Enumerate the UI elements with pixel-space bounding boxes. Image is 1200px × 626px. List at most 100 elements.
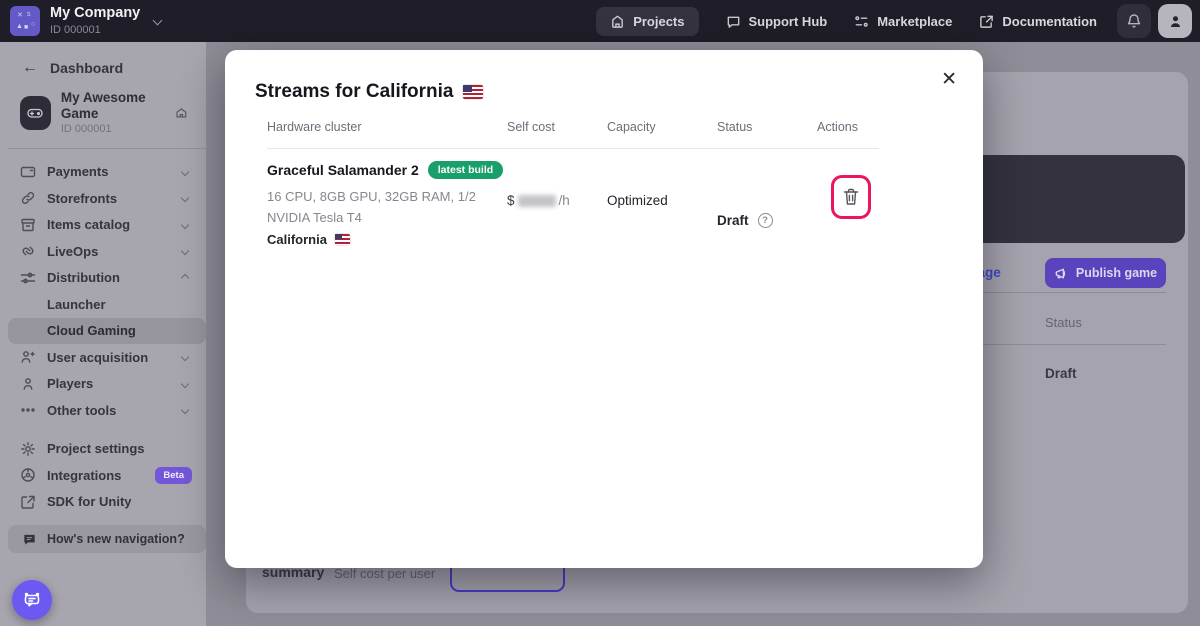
nav-marketplace[interactable]: Marketplace xyxy=(854,14,952,29)
user-plus-icon xyxy=(20,349,36,365)
sidebar-item-players[interactable]: Players xyxy=(0,371,206,398)
sidebar-item-label: Cloud Gaming xyxy=(47,323,136,338)
projects-icon xyxy=(610,14,625,29)
nav-documentation[interactable]: Documentation xyxy=(979,14,1097,29)
ellipsis-icon xyxy=(20,402,36,418)
sidebar-item-integrations[interactable]: Integrations Beta xyxy=(0,462,206,489)
topbar-icon-buttons xyxy=(1117,4,1192,38)
chat-widget-button[interactable] xyxy=(12,580,52,620)
status-column-header: Status xyxy=(1045,315,1082,330)
chevron-down-icon xyxy=(181,168,189,176)
self-cost-cell: $/h xyxy=(495,161,595,247)
sidebar-item-storefronts[interactable]: Storefronts xyxy=(0,185,206,212)
self-cost-per-user-label: Self cost per user xyxy=(334,566,435,581)
company-name: My Company xyxy=(50,6,140,22)
status-value: Draft xyxy=(1045,366,1077,381)
sliders-icon xyxy=(20,270,36,286)
user-icon xyxy=(1167,13,1184,30)
chat-bubble-icon xyxy=(726,14,741,29)
sidebar-item-label: Distribution xyxy=(47,270,120,285)
nav-documentation-label: Documentation xyxy=(1002,14,1097,29)
sidebar-item-label: Other tools xyxy=(47,403,116,418)
publish-game-label: Publish game xyxy=(1076,266,1157,280)
sidebar-item-label: Items catalog xyxy=(47,217,130,232)
capacity-cell: Optimized xyxy=(595,161,705,247)
sidebar-item-label: SDK for Unity xyxy=(47,494,132,509)
cost-unit: /h xyxy=(559,193,570,208)
home-icon[interactable] xyxy=(175,106,188,120)
col-self-cost: Self cost xyxy=(495,120,595,134)
project-id: ID 000001 xyxy=(61,123,175,136)
sidebar-item-liveops[interactable]: LiveOps xyxy=(0,238,206,265)
external-link-icon xyxy=(20,494,36,510)
sidebar-item-other-tools[interactable]: Other tools xyxy=(0,397,206,424)
nav-support-hub[interactable]: Support Hub xyxy=(726,14,828,29)
chevron-down-icon xyxy=(181,194,189,202)
loop-icon xyxy=(20,243,36,259)
megaphone-icon xyxy=(1054,266,1069,281)
company-logo[interactable]: ✕s▲■○ xyxy=(10,6,40,36)
chevron-down-icon xyxy=(181,406,189,414)
sidebar-item-label: LiveOps xyxy=(47,244,98,259)
info-icon[interactable]: ? xyxy=(758,213,773,228)
chevron-down-icon xyxy=(181,247,189,255)
chat-bot-icon xyxy=(22,590,42,610)
publish-game-button[interactable]: Publish game xyxy=(1045,258,1166,288)
sidebar-item-distribution[interactable]: Distribution xyxy=(0,265,206,292)
modal-title-text: Streams for California xyxy=(255,81,454,103)
sidebar-item-label: Integrations xyxy=(47,468,121,483)
modal-title: Streams for California xyxy=(255,81,483,103)
sidebar-item-label: Project settings xyxy=(47,441,145,456)
sidebar-item-label: Storefronts xyxy=(47,191,117,206)
chevron-up-icon xyxy=(181,274,189,282)
project-header[interactable]: My Awesome Game ID 000001 xyxy=(20,90,206,136)
chevron-down-icon[interactable] xyxy=(153,15,163,25)
delete-stream-button[interactable] xyxy=(831,175,871,219)
archive-icon xyxy=(20,217,36,233)
streams-modal: ✕ Streams for California Hardware cluste… xyxy=(225,50,983,568)
whats-new-label: How's new navigation? xyxy=(47,532,185,546)
company-switcher[interactable]: My Company ID 000001 xyxy=(50,6,140,36)
notifications-button[interactable] xyxy=(1117,4,1151,38)
sidebar-item-items-catalog[interactable]: Items catalog xyxy=(0,212,206,239)
chat-bubble-icon xyxy=(22,532,37,547)
close-icon[interactable]: ✕ xyxy=(935,64,963,95)
cluster-gpu: NVIDIA Tesla T4 xyxy=(267,207,495,228)
beta-badge: Beta xyxy=(155,467,192,484)
link-icon xyxy=(20,190,36,206)
sidebar-item-cloud-gaming[interactable]: Cloud Gaming xyxy=(8,318,206,345)
back-label: Dashboard xyxy=(50,60,123,76)
sidebar-item-launcher[interactable]: Launcher xyxy=(0,291,206,318)
sidebar-item-payments[interactable]: Payments xyxy=(0,159,206,186)
col-hardware-cluster: Hardware cluster xyxy=(255,120,495,134)
table-header-divider xyxy=(267,148,879,149)
chevron-down-icon xyxy=(181,221,189,229)
sidebar: ← Dashboard My Awesome Game ID 000001 Pa… xyxy=(0,42,206,626)
cluster-location: California xyxy=(267,232,327,247)
sidebar-item-label: Payments xyxy=(47,164,108,179)
table-row: Graceful Salamander 2 latest build 16 CP… xyxy=(255,161,953,247)
nav-projects-label: Projects xyxy=(633,14,684,29)
nav-support-hub-label: Support Hub xyxy=(749,14,828,29)
nav-marketplace-label: Marketplace xyxy=(877,14,952,29)
nav-projects[interactable]: Projects xyxy=(596,7,698,36)
list-icon xyxy=(854,14,869,29)
whats-new-navigation-button[interactable]: How's new navigation? xyxy=(8,525,206,553)
sidebar-item-label: Launcher xyxy=(47,297,106,312)
account-button[interactable] xyxy=(1158,4,1192,38)
sidebar-item-sdk-for-unity[interactable]: SDK for Unity xyxy=(0,489,206,516)
latest-build-badge: latest build xyxy=(428,161,503,179)
us-flag-icon xyxy=(463,85,483,99)
sidebar-item-project-settings[interactable]: Project settings xyxy=(0,436,206,463)
sidebar-item-user-acquisition[interactable]: User acquisition xyxy=(0,344,206,371)
gamepad-icon xyxy=(20,96,51,130)
cluster-specs: 16 CPU, 8GB GPU, 32GB RAM, 1/2 xyxy=(267,186,495,207)
blurred-cost-value xyxy=(518,195,556,207)
external-link-icon xyxy=(979,14,994,29)
cluster-name: Graceful Salamander 2 xyxy=(267,162,419,178)
card-icon xyxy=(20,164,36,180)
top-bar: ✕s▲■○ My Company ID 000001 Projects Supp… xyxy=(0,0,1200,42)
us-flag-icon xyxy=(335,234,350,245)
sidebar-back-dashboard[interactable]: ← Dashboard xyxy=(0,42,206,76)
company-id: ID 000001 xyxy=(50,24,140,36)
